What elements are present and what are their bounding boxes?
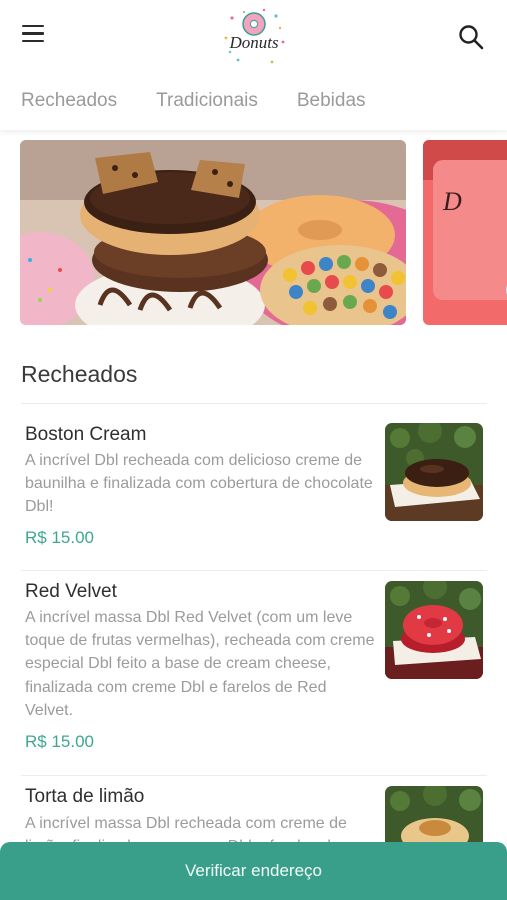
tab-tradicionais[interactable]: Tradicionais <box>156 90 258 112</box>
hamburger-menu-icon[interactable] <box>22 25 48 47</box>
check-address-button[interactable]: Verificar endereço <box>0 842 507 900</box>
product-price: R$ 15.00 <box>25 528 94 547</box>
search-icon[interactable] <box>456 22 486 52</box>
product-price: R$ 15.00 <box>25 732 94 751</box>
product-item-boston-cream[interactable]: Boston Cream A incrível Dbl recheada com… <box>0 404 507 570</box>
product-image <box>385 423 483 521</box>
donuts-logo: Donuts <box>218 4 290 70</box>
logo-text: Donuts <box>228 33 279 52</box>
svg-text:D: D <box>442 187 462 216</box>
banner-donuts-image[interactable] <box>20 140 406 325</box>
product-image <box>385 581 483 679</box>
app-header: Donuts <box>0 0 507 72</box>
banner-carousel[interactable]: D <box>0 140 507 326</box>
product-item-red-velvet[interactable]: Red Velvet A incrível massa Dbl Red Velv… <box>0 571 507 775</box>
product-description: A incrível massa Dbl Red Velvet (com um … <box>25 609 375 719</box>
product-name: Torta de limão <box>25 786 145 807</box>
tab-bebidas[interactable]: Bebidas <box>297 90 366 112</box>
category-tabs: Recheados Tradicionais Bebidas <box>0 72 507 130</box>
banner-drink-image[interactable]: D <box>423 140 507 325</box>
section-title: Recheados <box>21 361 138 387</box>
product-description: A incrível Dbl recheada com delicioso cr… <box>25 452 373 516</box>
tab-recheados[interactable]: Recheados <box>21 90 117 112</box>
product-name: Boston Cream <box>25 424 147 445</box>
product-name: Red Velvet <box>25 581 117 602</box>
